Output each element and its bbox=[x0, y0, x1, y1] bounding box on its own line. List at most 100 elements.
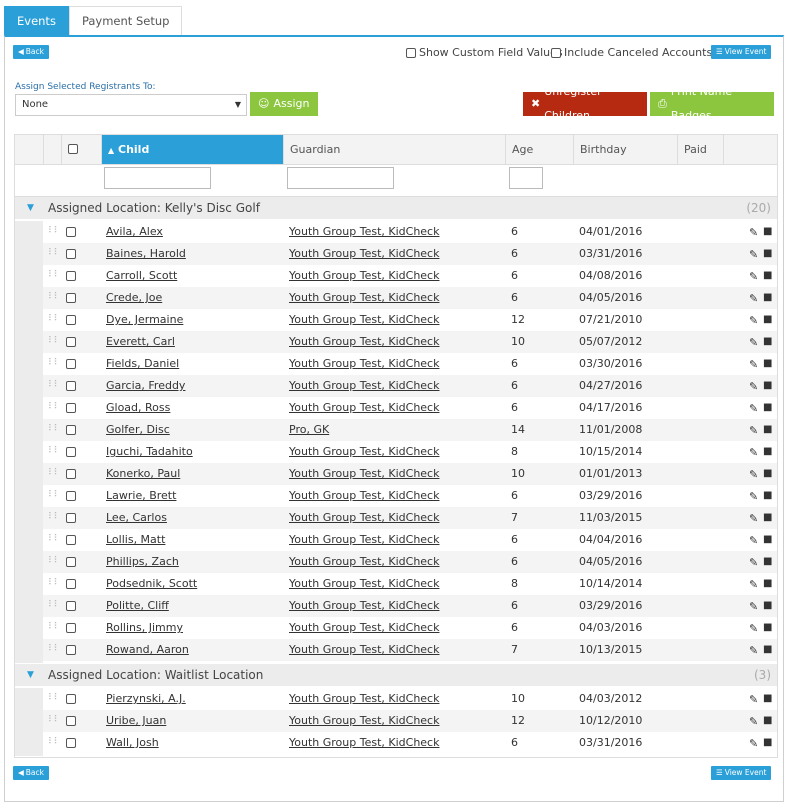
guardian-name-link[interactable]: Youth Group Test, KidCheck bbox=[289, 397, 439, 419]
drag-handle-icon[interactable]: ⠇⠇ bbox=[48, 336, 60, 346]
child-name-link[interactable]: Fields, Daniel bbox=[106, 353, 179, 375]
edit-pencil-icon[interactable]: ✎ bbox=[749, 644, 758, 657]
row-select-checkbox[interactable] bbox=[66, 425, 76, 435]
row-select-checkbox[interactable] bbox=[66, 738, 76, 748]
delete-trash-icon[interactable]: ■ bbox=[763, 468, 772, 479]
drag-handle-icon[interactable]: ⠇⠇ bbox=[48, 292, 60, 302]
child-name-link[interactable]: Rollins, Jimmy bbox=[106, 617, 183, 639]
drag-handle-icon[interactable]: ⠇⠇ bbox=[48, 402, 60, 412]
edit-pencil-icon[interactable]: ✎ bbox=[749, 446, 758, 459]
edit-pencil-icon[interactable]: ✎ bbox=[749, 424, 758, 437]
unregister-children-button[interactable]: ✖ Unregister Children bbox=[523, 85, 647, 122]
print-name-badges-button[interactable]: ⎙ Print Name Badges bbox=[650, 85, 774, 122]
drag-handle-icon[interactable]: ⠇⠇ bbox=[48, 644, 60, 654]
guardian-name-link[interactable]: Youth Group Test, KidCheck bbox=[289, 732, 439, 754]
drag-handle-icon[interactable]: ⠇⠇ bbox=[48, 248, 60, 258]
edit-pencil-icon[interactable]: ✎ bbox=[749, 226, 758, 239]
child-name-link[interactable]: Carroll, Scott bbox=[106, 265, 177, 287]
child-name-link[interactable]: Golfer, Disc bbox=[106, 419, 170, 441]
column-header-child[interactable]: ▲ Child bbox=[101, 135, 283, 164]
assign-location-select[interactable]: None ▼ bbox=[15, 94, 247, 116]
delete-trash-icon[interactable]: ■ bbox=[763, 578, 772, 589]
child-name-link[interactable]: Baines, Harold bbox=[106, 243, 186, 265]
drag-handle-icon[interactable]: ⠇⠇ bbox=[48, 578, 60, 588]
guardian-name-link[interactable]: Youth Group Test, KidCheck bbox=[289, 265, 439, 287]
delete-trash-icon[interactable]: ■ bbox=[763, 270, 772, 281]
row-select-checkbox[interactable] bbox=[66, 645, 76, 655]
guardian-name-link[interactable]: Youth Group Test, KidCheck bbox=[289, 485, 439, 507]
drag-handle-icon[interactable]: ⠇⠇ bbox=[48, 314, 60, 324]
delete-trash-icon[interactable]: ■ bbox=[763, 336, 772, 347]
column-header-guardian[interactable]: Guardian bbox=[283, 135, 505, 164]
row-select-checkbox[interactable] bbox=[66, 513, 76, 523]
delete-trash-icon[interactable]: ■ bbox=[763, 314, 772, 325]
drag-handle-icon[interactable]: ⠇⠇ bbox=[48, 468, 60, 478]
drag-handle-icon[interactable]: ⠇⠇ bbox=[48, 358, 60, 368]
child-name-link[interactable]: Lee, Carlos bbox=[106, 507, 167, 529]
view-event-button-top[interactable]: ☰ View Event bbox=[711, 45, 772, 59]
edit-pencil-icon[interactable]: ✎ bbox=[749, 402, 758, 415]
row-select-checkbox[interactable] bbox=[66, 694, 76, 704]
delete-trash-icon[interactable]: ■ bbox=[763, 226, 772, 237]
tab-payment-setup[interactable]: Payment Setup bbox=[68, 6, 183, 35]
group-header[interactable]: ▼ Assigned Location: Waitlist Location (3) bbox=[15, 664, 777, 686]
delete-trash-icon[interactable]: ■ bbox=[763, 292, 772, 303]
delete-trash-icon[interactable]: ■ bbox=[763, 622, 772, 633]
row-select-checkbox[interactable] bbox=[66, 227, 76, 237]
edit-pencil-icon[interactable]: ✎ bbox=[749, 693, 758, 706]
guardian-name-link[interactable]: Youth Group Test, KidCheck bbox=[289, 221, 439, 243]
guardian-name-link[interactable]: Youth Group Test, KidCheck bbox=[289, 375, 439, 397]
child-name-link[interactable]: Phillips, Zach bbox=[106, 551, 179, 573]
collapse-triangle-icon[interactable]: ▼ bbox=[27, 664, 34, 686]
guardian-name-link[interactable]: Youth Group Test, KidCheck bbox=[289, 353, 439, 375]
edit-pencil-icon[interactable]: ✎ bbox=[749, 534, 758, 547]
guardian-name-link[interactable]: Youth Group Test, KidCheck bbox=[289, 441, 439, 463]
drag-handle-icon[interactable]: ⠇⠇ bbox=[48, 490, 60, 500]
delete-trash-icon[interactable]: ■ bbox=[763, 490, 772, 501]
delete-trash-icon[interactable]: ■ bbox=[763, 380, 772, 391]
row-select-checkbox[interactable] bbox=[66, 359, 76, 369]
edit-pencil-icon[interactable]: ✎ bbox=[749, 248, 758, 261]
edit-pencil-icon[interactable]: ✎ bbox=[749, 468, 758, 481]
row-select-checkbox[interactable] bbox=[66, 271, 76, 281]
guardian-name-link[interactable]: Youth Group Test, KidCheck bbox=[289, 243, 439, 265]
guardian-name-link[interactable]: Youth Group Test, KidCheck bbox=[289, 710, 439, 732]
row-select-checkbox[interactable] bbox=[66, 469, 76, 479]
guardian-name-link[interactable]: Youth Group Test, KidCheck bbox=[289, 507, 439, 529]
row-select-checkbox[interactable] bbox=[66, 491, 76, 501]
column-header-age[interactable]: Age bbox=[505, 135, 573, 164]
column-header-birthday[interactable]: Birthday bbox=[573, 135, 677, 164]
edit-pencil-icon[interactable]: ✎ bbox=[749, 292, 758, 305]
row-select-checkbox[interactable] bbox=[66, 315, 76, 325]
delete-trash-icon[interactable]: ■ bbox=[763, 715, 772, 726]
back-button-bottom[interactable]: ◀ Back bbox=[13, 766, 49, 780]
delete-trash-icon[interactable]: ■ bbox=[763, 693, 772, 704]
child-name-link[interactable]: Lawrie, Brett bbox=[106, 485, 176, 507]
delete-trash-icon[interactable]: ■ bbox=[763, 446, 772, 457]
child-name-link[interactable]: Uribe, Juan bbox=[106, 710, 166, 732]
edit-pencil-icon[interactable]: ✎ bbox=[749, 622, 758, 635]
delete-trash-icon[interactable]: ■ bbox=[763, 534, 772, 545]
guardian-name-link[interactable]: Youth Group Test, KidCheck bbox=[289, 331, 439, 353]
edit-pencil-icon[interactable]: ✎ bbox=[749, 358, 758, 371]
child-name-link[interactable]: Wall, Josh bbox=[106, 732, 159, 754]
tab-events[interactable]: Events bbox=[4, 6, 69, 35]
edit-pencil-icon[interactable]: ✎ bbox=[749, 512, 758, 525]
row-select-checkbox[interactable] bbox=[66, 579, 76, 589]
child-name-link[interactable]: Rowand, Aaron bbox=[106, 639, 189, 661]
guardian-name-link[interactable]: Youth Group Test, KidCheck bbox=[289, 463, 439, 485]
edit-pencil-icon[interactable]: ✎ bbox=[749, 380, 758, 393]
drag-handle-icon[interactable]: ⠇⠇ bbox=[48, 380, 60, 390]
child-name-link[interactable]: Politte, Cliff bbox=[106, 595, 169, 617]
child-filter-input[interactable] bbox=[104, 167, 211, 189]
view-event-button-bottom[interactable]: ☰ View Event bbox=[711, 766, 772, 780]
assign-button[interactable]: ☺ Assign bbox=[250, 92, 318, 116]
delete-trash-icon[interactable]: ■ bbox=[763, 424, 772, 435]
guardian-name-link[interactable]: Youth Group Test, KidCheck bbox=[289, 595, 439, 617]
delete-trash-icon[interactable]: ■ bbox=[763, 402, 772, 413]
delete-trash-icon[interactable]: ■ bbox=[763, 248, 772, 259]
child-name-link[interactable]: Avila, Alex bbox=[106, 221, 163, 243]
include-canceled-option[interactable]: Include Canceled Accounts bbox=[551, 46, 712, 59]
guardian-name-link[interactable]: Youth Group Test, KidCheck bbox=[289, 287, 439, 309]
child-name-link[interactable]: Dye, Jermaine bbox=[106, 309, 183, 331]
